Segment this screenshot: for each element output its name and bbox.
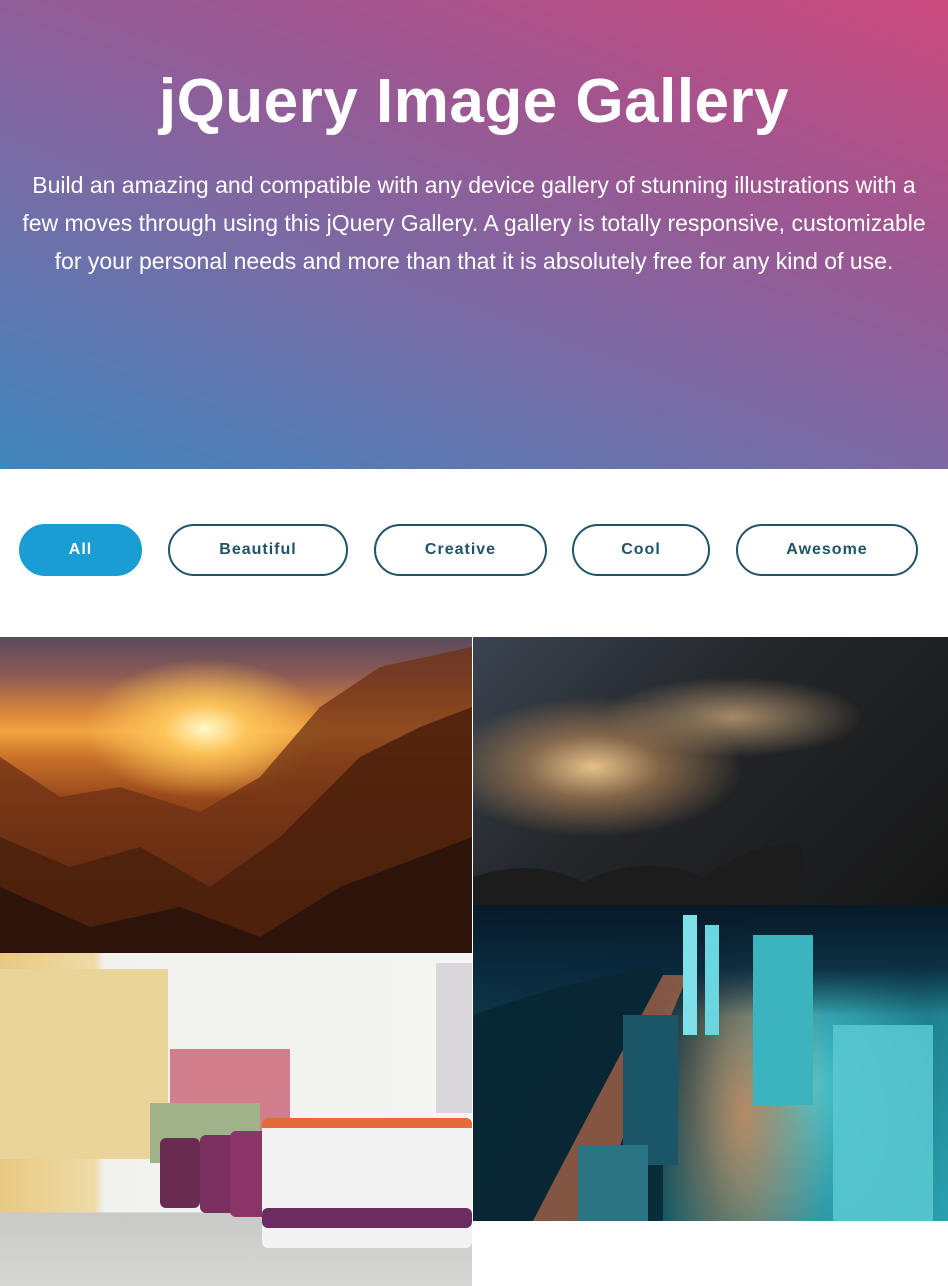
filter-creative-button[interactable]: Creative <box>374 524 547 576</box>
front-bus <box>262 1118 472 1248</box>
tower-building <box>436 963 472 1113</box>
filter-beautiful-button[interactable]: Beautiful <box>168 524 348 576</box>
city-night-aerial-image[interactable] <box>473 905 948 1221</box>
hero-banner: jQuery Image Gallery Build an amazing an… <box>0 0 948 469</box>
image-gallery <box>0 637 948 1286</box>
buses-parking-image[interactable] <box>0 953 472 1286</box>
dark-clouds-image[interactable] <box>473 637 948 905</box>
mountain-silhouette <box>0 647 472 953</box>
filter-cool-button[interactable]: Cool <box>572 524 710 576</box>
city-skyline <box>473 915 933 1221</box>
filter-awesome-button[interactable]: Awesome <box>736 524 918 576</box>
apartment-building <box>0 969 168 1159</box>
page-title: jQuery Image Gallery <box>158 67 790 136</box>
filter-all-button[interactable]: All <box>19 524 142 576</box>
bus <box>160 1138 200 1208</box>
cloud-shapes <box>473 845 803 905</box>
bus-stripe <box>262 1208 472 1228</box>
filter-bar: All Beautiful Creative Cool Awesome <box>0 524 948 576</box>
sunset-mountains-image[interactable] <box>0 637 472 953</box>
hero-description: Build an amazing and compatible with any… <box>22 172 926 274</box>
